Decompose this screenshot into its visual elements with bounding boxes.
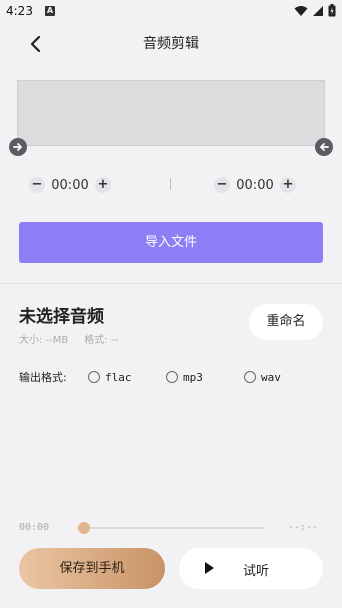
format-option-flac[interactable]: flac bbox=[88, 371, 132, 384]
notification-icon: A bbox=[45, 6, 55, 16]
arrow-right-icon bbox=[13, 143, 22, 151]
start-time-value: 00:00 bbox=[51, 177, 89, 193]
arrow-left-icon bbox=[320, 143, 329, 151]
start-minus-button[interactable]: − bbox=[29, 177, 45, 193]
file-format: 格式: -- bbox=[84, 335, 119, 346]
top-bar: 音频剪辑 bbox=[0, 24, 342, 62]
radio-icon bbox=[166, 371, 178, 383]
playback-current-time: 00:00 bbox=[19, 522, 50, 533]
play-icon bbox=[205, 562, 214, 574]
end-minus-button[interactable]: − bbox=[214, 177, 230, 193]
status-icons bbox=[294, 4, 336, 17]
radio-icon bbox=[88, 371, 100, 383]
format-option-label: flac bbox=[105, 370, 132, 384]
trim-start-handle[interactable] bbox=[9, 138, 27, 156]
file-title: 未选择音频 bbox=[19, 307, 104, 327]
battery-icon bbox=[328, 4, 336, 17]
save-to-phone-button[interactable]: 保存到手机 bbox=[19, 548, 165, 589]
format-option-wav[interactable]: wav bbox=[244, 371, 281, 384]
playback-track[interactable] bbox=[84, 527, 264, 529]
page-title: 音频剪辑 bbox=[143, 36, 199, 52]
status-time: 4:23 bbox=[6, 4, 33, 18]
wifi-icon bbox=[294, 5, 308, 16]
file-size: 大小: --MB bbox=[19, 335, 69, 346]
status-bar: 4:23 A bbox=[0, 0, 342, 24]
format-option-mp3[interactable]: mp3 bbox=[166, 371, 203, 384]
start-plus-button[interactable]: + bbox=[95, 177, 111, 193]
playback-total-time: --:-- bbox=[288, 522, 319, 533]
start-time-control: − 00:00 + bbox=[29, 176, 111, 194]
end-time-value: 00:00 bbox=[236, 177, 274, 193]
section-divider bbox=[0, 283, 342, 284]
file-meta: 大小: --MB 格式: -- bbox=[19, 331, 118, 346]
listen-button[interactable]: 试听 bbox=[179, 548, 323, 589]
import-file-button[interactable]: 导入文件 bbox=[19, 222, 323, 263]
signal-icon bbox=[313, 5, 323, 16]
end-time-control: − 00:00 + bbox=[214, 176, 296, 194]
listen-label: 试听 bbox=[243, 564, 270, 579]
output-format-label: 输出格式: bbox=[19, 371, 67, 384]
time-divider bbox=[170, 178, 171, 190]
waveform-area[interactable] bbox=[17, 80, 325, 146]
format-option-label: mp3 bbox=[183, 370, 203, 384]
output-format-row: 输出格式: flac mp3 wav bbox=[19, 369, 281, 385]
end-plus-button[interactable]: + bbox=[280, 177, 296, 193]
format-option-label: wav bbox=[261, 370, 281, 384]
playback-thumb[interactable] bbox=[78, 522, 90, 534]
radio-icon bbox=[244, 371, 256, 383]
trim-end-handle[interactable] bbox=[315, 138, 333, 156]
rename-button[interactable]: 重命名 bbox=[249, 304, 323, 340]
